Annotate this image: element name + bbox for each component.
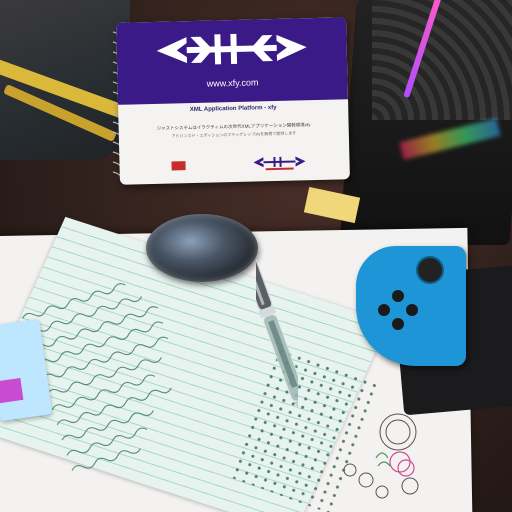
photo-scene: www.xfy.com XML Application Platform - x… <box>0 0 512 512</box>
xfy-logo-icon <box>156 33 307 65</box>
paper-doodles <box>343 413 419 499</box>
xfy-small-logo-icon <box>253 156 306 171</box>
fountain-pen <box>256 242 298 429</box>
joycon-button-left <box>378 304 390 316</box>
notebook-url: www.xfy.com <box>206 77 259 89</box>
analog-stick <box>416 256 444 284</box>
justsystems-logo-icon <box>171 161 186 171</box>
joy-con-controller <box>356 246 466 366</box>
glass-paperweight <box>146 214 258 282</box>
laptop-screen-pattern <box>372 0 512 120</box>
joycon-button-down <box>392 318 404 330</box>
joycon-button-right <box>406 304 418 316</box>
highlighter-tip <box>0 378 24 404</box>
notebook-cover-banner: www.xfy.com <box>116 17 348 105</box>
xfy-notebook: www.xfy.com XML Application Platform - x… <box>116 17 350 185</box>
joycon-button-up <box>392 290 404 302</box>
notebook-subtitle: XML Application Platform - xfy <box>189 104 277 114</box>
